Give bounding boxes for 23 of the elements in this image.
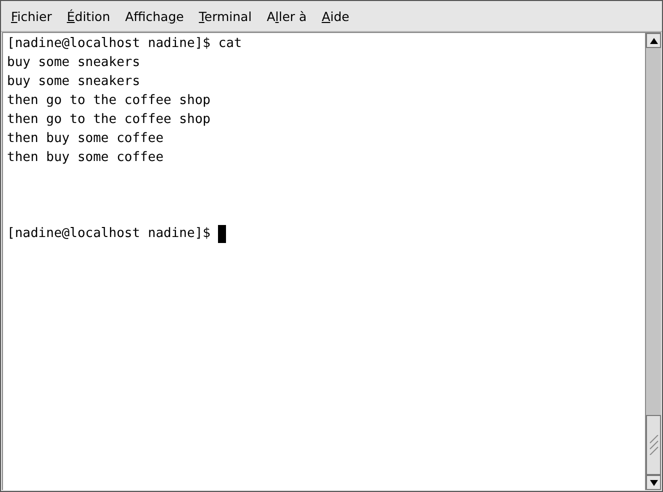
terminal-output-line: then go to the coffee shop	[7, 111, 210, 129]
menu-item[interactable]: Aide	[316, 8, 356, 24]
scroll-down-button[interactable]	[646, 475, 661, 490]
menu-item[interactable]: Édition	[60, 8, 116, 24]
scrollbar[interactable]	[645, 33, 661, 490]
menu-item[interactable]: Terminal	[192, 8, 258, 24]
down-arrow-icon	[648, 478, 658, 486]
terminal-output-line: then go to the coffee shop	[7, 92, 210, 110]
terminal-output-line: buy some sneakers	[7, 54, 140, 72]
menu-item[interactable]: Affichage	[119, 8, 190, 24]
terminal-output-line: [nadine@localhost nadine]$ cat	[7, 35, 242, 53]
scrollbar-thumb[interactable]	[646, 415, 661, 475]
terminal-output-line: buy some sneakers	[7, 73, 140, 91]
terminal-output-line: then buy some coffee	[7, 149, 164, 167]
menu-item[interactable]: Fichier	[5, 8, 58, 24]
menu-item[interactable]: Aller à	[260, 8, 313, 24]
up-arrow-icon	[648, 36, 658, 44]
grip-icon	[648, 435, 658, 455]
scroll-up-button[interactable]	[646, 33, 661, 48]
terminal-output-line: then buy some coffee	[7, 130, 164, 148]
shell-prompt: [nadine@localhost nadine]$	[7, 225, 212, 243]
terminal-area[interactable]: [nadine@localhost nadine]$ cat buy some sneakers buy some sneakers then go to the coffee shop then go to the coffee shop then buy some coffee then buy some coffee [nadine@localhost nadine]$	[3, 33, 645, 490]
text-cursor	[218, 224, 226, 242]
